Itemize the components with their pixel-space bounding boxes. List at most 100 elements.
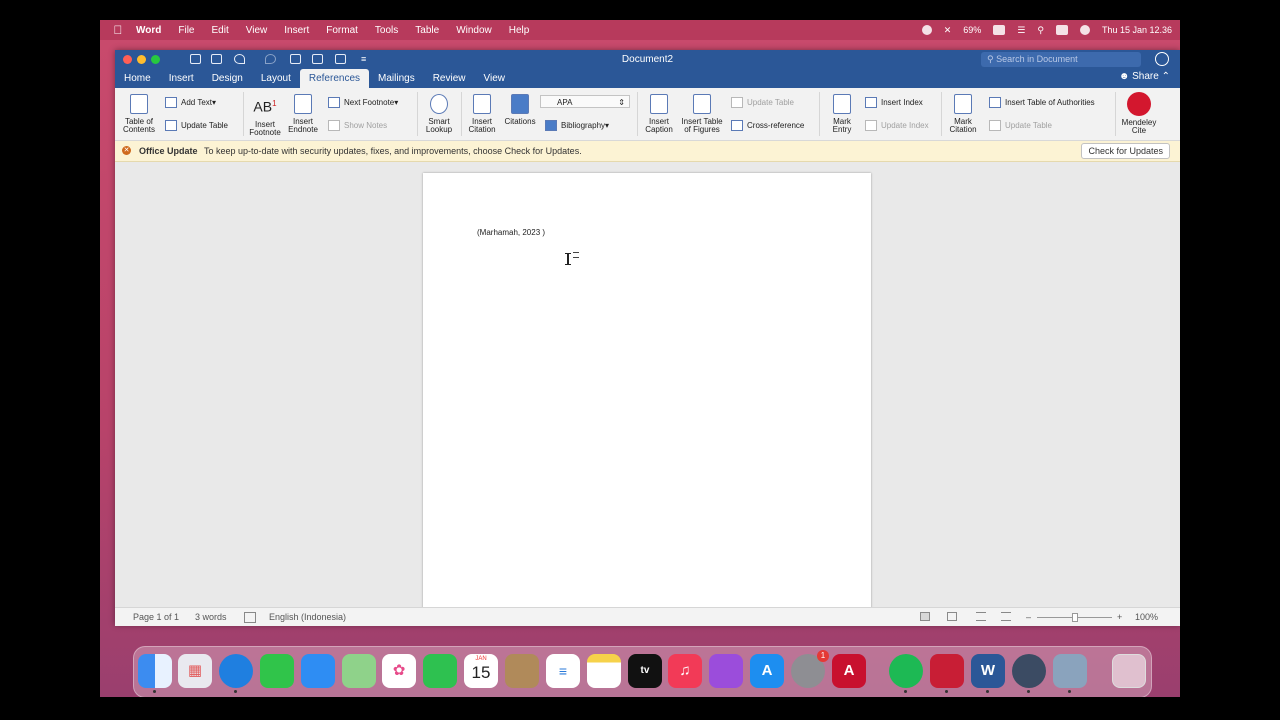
print-layout-view-icon[interactable] xyxy=(920,612,930,621)
siri-icon[interactable] xyxy=(1079,25,1090,35)
menu-help[interactable]: Help xyxy=(509,25,530,36)
clock[interactable]: Thu 15 Jan 12.36 xyxy=(1102,25,1172,35)
page-count[interactable]: Page 1 of 1 xyxy=(133,608,179,626)
insert-table-of-authorities-button[interactable]: Insert Table of Authorities xyxy=(989,97,1095,108)
insert-citation-button[interactable]: Insert Citation xyxy=(464,94,500,134)
calendar-icon[interactable]: JAN 15 xyxy=(464,654,498,688)
control-center-icon[interactable] xyxy=(1055,25,1068,35)
draft-view-icon[interactable] xyxy=(1001,612,1011,621)
customize-toolbar-icon[interactable]: ≡ xyxy=(361,54,372,64)
insert-endnote-button[interactable]: Insert Endnote xyxy=(285,94,321,134)
word-icon[interactable]: W xyxy=(971,654,1005,693)
zoom-level[interactable]: 100% xyxy=(1135,608,1158,626)
tab-layout[interactable]: Layout xyxy=(252,69,300,88)
cross-reference-button[interactable]: Cross-reference xyxy=(731,120,804,131)
menu-app-name[interactable]: Word xyxy=(136,25,161,36)
menu-view[interactable]: View xyxy=(246,25,268,36)
menu-tools[interactable]: Tools xyxy=(375,25,398,36)
document-text[interactable]: (Marhamah, 2023 ) xyxy=(477,228,545,237)
menu-table[interactable]: Table xyxy=(415,25,439,36)
trash-icon[interactable] xyxy=(1112,654,1146,688)
safari-icon[interactable] xyxy=(219,654,253,693)
update-index-button[interactable]: Update Index xyxy=(865,120,929,131)
menu-file[interactable]: File xyxy=(178,25,194,36)
system-preferences-icon[interactable]: 1 xyxy=(791,650,829,688)
menu-window[interactable]: Window xyxy=(456,25,492,36)
bluetooth-icon[interactable]: ✕ xyxy=(944,25,952,36)
insert-footnote-button[interactable]: AB1 Insert Footnote xyxy=(247,94,283,137)
acrobat-icon[interactable]: A xyxy=(832,654,866,688)
feedback-smiley-icon[interactable] xyxy=(1155,52,1169,66)
outline-view-icon[interactable] xyxy=(976,612,986,621)
menu-insert[interactable]: Insert xyxy=(284,25,309,36)
zoom-out-icon[interactable]: – xyxy=(1026,608,1031,626)
word-count[interactable]: 3 words xyxy=(195,608,227,626)
language[interactable]: English (Indonesia) xyxy=(269,608,346,626)
photos-icon[interactable]: ✿ xyxy=(382,654,416,688)
update-table-figures-button[interactable]: Update Table xyxy=(731,97,794,108)
print-icon[interactable] xyxy=(290,54,301,64)
contacts-icon[interactable] xyxy=(505,654,539,688)
insert-table-of-figures-button[interactable]: Insert Table of Figures xyxy=(678,94,726,134)
redo-icon[interactable] xyxy=(265,54,276,64)
next-footnote-button[interactable]: Next Footnote ▾ xyxy=(328,97,398,108)
citation-style-select[interactable]: APA ⇕ xyxy=(540,95,630,108)
mendeley-cite-button[interactable]: Mendeley Cite xyxy=(1119,119,1159,135)
tab-home[interactable]: Home xyxy=(115,69,160,88)
record-icon[interactable] xyxy=(921,25,932,35)
spotify-icon[interactable] xyxy=(889,654,923,693)
battery-icon[interactable] xyxy=(993,25,1006,35)
proofing-icon[interactable] xyxy=(244,612,256,623)
insert-index-button[interactable]: Insert Index xyxy=(865,97,923,108)
dismiss-notice-icon[interactable]: ✕ xyxy=(122,146,131,155)
notes-icon[interactable] xyxy=(587,654,621,688)
tab-insert[interactable]: Insert xyxy=(160,69,203,88)
update-table-button[interactable]: Update Table xyxy=(165,120,228,131)
spotlight-icon[interactable]: ⚲ xyxy=(1037,25,1044,36)
preview-icon[interactable] xyxy=(1053,654,1087,693)
facetime-icon[interactable] xyxy=(423,654,457,688)
mail-icon[interactable] xyxy=(301,654,335,688)
quicktime-icon[interactable] xyxy=(1012,654,1046,693)
close-window-button[interactable] xyxy=(123,55,132,64)
mendeley-app-icon[interactable] xyxy=(930,654,964,693)
show-notes-button[interactable]: Show Notes xyxy=(328,120,387,131)
music-icon[interactable]: ♫ xyxy=(668,654,702,688)
zoom-window-button[interactable] xyxy=(151,55,160,64)
maps-icon[interactable] xyxy=(342,654,376,688)
wifi-icon[interactable]: ☰ xyxy=(1017,25,1025,36)
save-icon[interactable] xyxy=(211,54,222,64)
web-layout-view-icon[interactable] xyxy=(947,612,957,621)
share-button[interactable]: ☻ Share ⌃ xyxy=(1119,71,1170,82)
insert-caption-button[interactable]: Insert Caption xyxy=(641,94,677,134)
tab-references[interactable]: References xyxy=(299,69,370,88)
minimize-window-button[interactable] xyxy=(137,55,146,64)
check-for-updates-button[interactable]: Check for Updates xyxy=(1081,143,1170,159)
messages-icon[interactable] xyxy=(260,654,294,688)
template-icon[interactable] xyxy=(312,54,323,64)
bibliography-button[interactable]: Bibliography ▾ xyxy=(545,120,609,131)
finder-icon[interactable] xyxy=(138,654,172,693)
add-text-button[interactable]: Add Text ▾ xyxy=(165,97,216,108)
menu-format[interactable]: Format xyxy=(326,25,358,36)
zoom-in-icon[interactable]: + xyxy=(1117,608,1122,626)
app-store-icon[interactable]: A xyxy=(750,654,784,688)
mark-entry-button[interactable]: Mark Entry xyxy=(824,94,860,134)
tab-review[interactable]: Review xyxy=(424,69,475,88)
document-page[interactable]: (Marhamah, 2023 ) xyxy=(423,173,871,607)
format-painter-icon[interactable] xyxy=(335,54,346,64)
podcasts-icon[interactable] xyxy=(709,654,743,688)
citations-button[interactable]: Citations xyxy=(502,94,538,126)
smart-lookup-button[interactable]: Smart Lookup xyxy=(421,94,457,134)
undo-icon[interactable] xyxy=(234,54,245,64)
mendeley-icon[interactable] xyxy=(1127,92,1151,116)
tab-design[interactable]: Design xyxy=(203,69,252,88)
tv-icon[interactable]: tv xyxy=(628,654,662,688)
zoom-slider-thumb[interactable] xyxy=(1072,613,1078,622)
table-of-contents-button[interactable]: Table of Contents xyxy=(120,94,158,134)
apple-icon[interactable]:  xyxy=(100,23,136,37)
update-table-authorities-button[interactable]: Update Table xyxy=(989,120,1052,131)
menu-edit[interactable]: Edit xyxy=(212,25,229,36)
tab-view[interactable]: View xyxy=(475,69,515,88)
reminders-icon[interactable]: ≡ xyxy=(546,654,580,688)
